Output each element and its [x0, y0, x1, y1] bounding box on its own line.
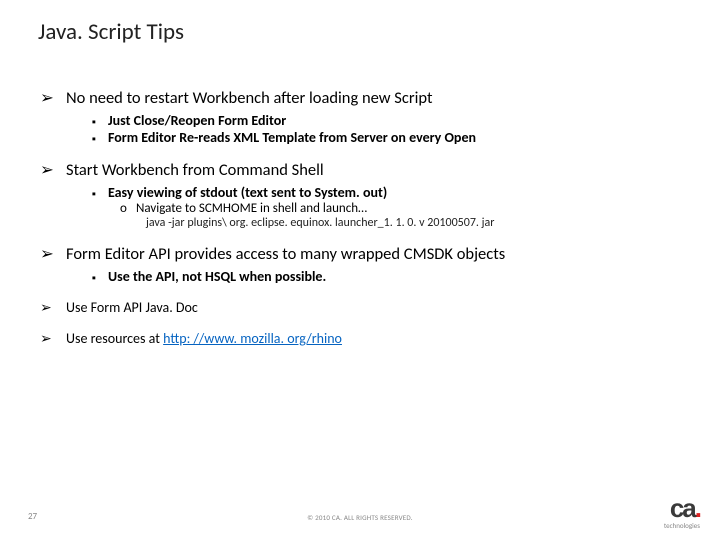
bullet-group-2: ➢ Start Workbench from Command Shell ▪ E…	[38, 160, 682, 230]
sub-bullet-text: Just Close/Reopen Form Editor	[108, 112, 286, 129]
triangle-icon: ➢	[38, 160, 66, 180]
bullet-4-text: Use Form API Java. Doc	[66, 299, 198, 316]
bullet-group-4: ➢ Use Form API Java. Doc	[38, 299, 682, 316]
bullet-5-content: Use resources at http: //www. mozilla. o…	[66, 330, 342, 347]
bullet-group-5: ➢ Use resources at http: //www. mozilla.…	[38, 330, 682, 347]
bullet-2-text: Start Workbench from Command Shell	[66, 160, 324, 180]
sub-bullet-text: Form Editor Re-reads XML Template from S…	[108, 129, 476, 146]
slide-content: ➢ No need to restart Workbench after loa…	[0, 46, 720, 347]
command-text: java -jar plugins\ org. eclipse. equinox…	[146, 216, 682, 230]
bullet-4: ➢ Use Form API Java. Doc	[38, 299, 682, 316]
sub-bullet: ▪ Use the API, not HSQL when possible.	[92, 268, 682, 285]
slide-title: Java. Script Tips	[0, 0, 720, 46]
subsub-bullet: o Navigate to SCMHOME in shell and launc…	[120, 201, 682, 216]
square-icon: ▪	[92, 271, 108, 284]
copyright-text: © 2010 CA. ALL RIGHTS RESERVED.	[307, 513, 412, 522]
triangle-icon: ➢	[38, 299, 66, 316]
logo-text: ca	[670, 493, 695, 523]
sub-bullet: ▪ Form Editor Re-reads XML Template from…	[92, 129, 682, 146]
bullet-1: ➢ No need to restart Workbench after loa…	[38, 88, 682, 108]
bullet-5-prefix: Use resources at	[66, 330, 163, 347]
triangle-icon: ➢	[38, 330, 66, 347]
bullet-3-text: Form Editor API provides access to many …	[66, 244, 505, 264]
sub-bullet-text: Use the API, not HSQL when possible.	[108, 268, 326, 285]
rhino-link[interactable]: http: //www. mozilla. org/rhino	[163, 330, 342, 347]
sub-bullet-text: Easy viewing of stdout (text sent to Sys…	[108, 184, 387, 201]
sub-bullet: ▪ Easy viewing of stdout (text sent to S…	[92, 184, 682, 201]
triangle-icon: ➢	[38, 244, 66, 264]
subsub-text: Navigate to SCMHOME in shell and launch…	[136, 201, 367, 216]
bullet-2: ➢ Start Workbench from Command Shell	[38, 160, 682, 180]
footer: 27 © 2010 CA. ALL RIGHTS RESERVED.	[0, 502, 720, 522]
square-icon: ▪	[92, 187, 108, 200]
logo-subtext: technologies	[664, 521, 700, 530]
bullet-1-text: No need to restart Workbench after loadi…	[66, 88, 433, 108]
bullet-group-3: ➢ Form Editor API provides access to man…	[38, 244, 682, 285]
logo-dot-icon: .	[695, 493, 700, 523]
ca-logo: ca. technologies	[664, 498, 700, 530]
bullet-group-1: ➢ No need to restart Workbench after loa…	[38, 88, 682, 146]
bullet-3: ➢ Form Editor API provides access to man…	[38, 244, 682, 264]
square-icon: ▪	[92, 115, 108, 128]
page-number: 27	[28, 511, 37, 522]
logo-brand: ca.	[664, 498, 700, 519]
bullet-5: ➢ Use resources at http: //www. mozilla.…	[38, 330, 682, 347]
circle-icon: o	[120, 201, 136, 216]
square-icon: ▪	[92, 132, 108, 145]
triangle-icon: ➢	[38, 88, 66, 108]
sub-bullet: ▪ Just Close/Reopen Form Editor	[92, 112, 682, 129]
